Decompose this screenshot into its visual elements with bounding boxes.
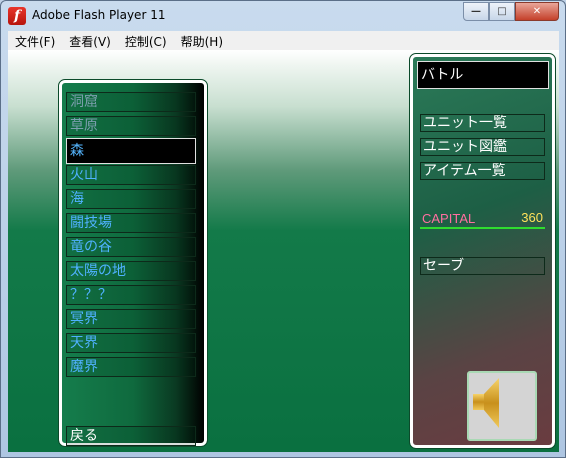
minimize-button[interactable]: — xyxy=(463,2,489,21)
location-grassland[interactable]: 草原 xyxy=(66,116,196,136)
location-panel: 洞窟 草原 森 火山 海 闘技場 竜の谷 太陽の地 ？？？ 冥界 天界 魔界 戻… xyxy=(58,79,208,447)
location-demon-world[interactable]: 魔界 xyxy=(66,357,196,377)
unit-encyclopedia-button[interactable]: ユニット図鑑 xyxy=(420,138,545,156)
location-dragon-valley[interactable]: 竜の谷 xyxy=(66,237,196,257)
location-list: 洞窟 草原 森 火山 海 闘技場 竜の谷 太陽の地 ？？？ 冥界 天界 魔界 xyxy=(66,92,196,381)
save-button[interactable]: セーブ xyxy=(420,257,545,275)
app-window: f Adobe Flash Player 11 — □ ✕ 文件(F) 查看(V… xyxy=(0,0,566,458)
side-menu-panel: バトル ユニット一覧 ユニット図鑑 アイテム一覧 CAPITAL 360 セーブ xyxy=(409,53,556,449)
menu-file[interactable]: 文件(F) xyxy=(8,31,62,50)
title-bar[interactable]: f Adobe Flash Player 11 — □ ✕ xyxy=(1,1,565,31)
capital-label: CAPITAL xyxy=(422,211,476,226)
unit-list-button[interactable]: ユニット一覧 xyxy=(420,114,545,132)
back-button[interactable]: 戻る xyxy=(66,426,196,446)
location-volcano[interactable]: 火山 xyxy=(66,165,196,185)
flash-stage: 洞窟 草原 森 火山 海 闘技場 竜の谷 太陽の地 ？？？ 冥界 天界 魔界 戻… xyxy=(8,50,559,452)
maximize-button[interactable]: □ xyxy=(489,2,515,21)
close-button[interactable]: ✕ xyxy=(515,2,559,21)
item-list-button[interactable]: アイテム一覧 xyxy=(420,162,545,180)
location-sun-land[interactable]: 太陽の地 xyxy=(66,261,196,281)
window-title: Adobe Flash Player 11 xyxy=(32,8,166,22)
location-unknown[interactable]: ？？？ xyxy=(66,285,196,305)
caption-buttons: — □ ✕ xyxy=(463,2,559,21)
location-underworld[interactable]: 冥界 xyxy=(66,309,196,329)
location-arena[interactable]: 闘技場 xyxy=(66,213,196,233)
sound-toggle-button[interactable] xyxy=(467,371,537,441)
menu-help[interactable]: 帮助(H) xyxy=(174,31,230,50)
menu-bar: 文件(F) 查看(V) 控制(C) 帮助(H) xyxy=(8,31,559,50)
location-forest[interactable]: 森 xyxy=(66,138,196,164)
location-cave[interactable]: 洞窟 xyxy=(66,92,196,112)
menu-view[interactable]: 查看(V) xyxy=(62,31,118,50)
capital-divider xyxy=(420,227,545,229)
menu-control[interactable]: 控制(C) xyxy=(118,31,174,50)
location-heaven[interactable]: 天界 xyxy=(66,333,196,353)
capital-value: 360 xyxy=(521,210,543,225)
mode-title: バトル xyxy=(417,61,549,89)
capital-display: CAPITAL 360 xyxy=(420,210,545,228)
flash-player-icon: f xyxy=(8,7,26,25)
speaker-icon xyxy=(473,378,499,428)
location-sea[interactable]: 海 xyxy=(66,189,196,209)
